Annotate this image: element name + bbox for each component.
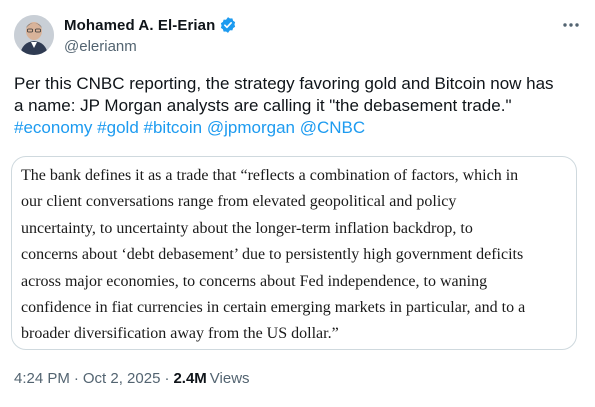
avatar[interactable] <box>14 15 54 55</box>
views-count: 2.4M <box>173 370 207 387</box>
hashtag-gold[interactable]: #gold <box>97 118 139 137</box>
author-handle[interactable]: @elerianm <box>64 38 137 55</box>
excerpt-line: across major economies, to concerns abou… <box>21 272 488 290</box>
tweet-text: Per this CNBC reporting, the strategy fa… <box>14 73 584 139</box>
tweet-time[interactable]: 4:24 PM <box>14 370 70 387</box>
meta-separator: · <box>73 370 79 387</box>
meta-separator: · <box>164 370 170 387</box>
quoted-excerpt-text: The bank defines it as a trade that “ref… <box>21 163 571 348</box>
hashtag-bitcoin[interactable]: #bitcoin <box>144 118 203 137</box>
tweet-date[interactable]: Oct 2, 2025 <box>83 370 161 387</box>
tweet-text-line: a name: JP Morgan analysts are calling i… <box>14 96 512 115</box>
excerpt-line: uncertainty, to uncertainty about the lo… <box>21 219 473 237</box>
more-options-icon <box>563 23 579 27</box>
verified-badge-icon <box>219 16 237 34</box>
author-name-row[interactable]: Mohamed A. El-Erian <box>64 16 237 34</box>
mention-jpmorgan[interactable]: @jpmorgan <box>207 118 295 137</box>
hashtag-economy[interactable]: #economy <box>14 118 92 137</box>
excerpt-line: our client conversations range from elev… <box>21 193 457 211</box>
mention-cnbc[interactable]: @CNBC <box>300 118 365 137</box>
quoted-excerpt-card[interactable]: The bank defines it as a trade that “ref… <box>11 156 577 350</box>
tweet-meta: 4:24 PM · Oct 2, 2025 · 2.4M Views <box>14 370 250 387</box>
more-options-button[interactable] <box>560 14 582 36</box>
excerpt-line: confidence in fiat currencies in certain… <box>21 299 526 317</box>
views-label: Views <box>209 370 250 387</box>
tweet-tags-line: #economy #gold #bitcoin @jpmorgan @CNBC <box>14 117 584 139</box>
excerpt-line: broader diversification away from the US… <box>21 325 339 343</box>
avatar-image <box>14 15 54 55</box>
excerpt-line: concerns about ‘debt debasement’ due to … <box>21 246 524 264</box>
author-name[interactable]: Mohamed A. El-Erian <box>64 17 215 34</box>
excerpt-line: The bank defines it as a trade that “ref… <box>21 167 519 184</box>
tweet-text-line: Per this CNBC reporting, the strategy fa… <box>14 74 554 93</box>
